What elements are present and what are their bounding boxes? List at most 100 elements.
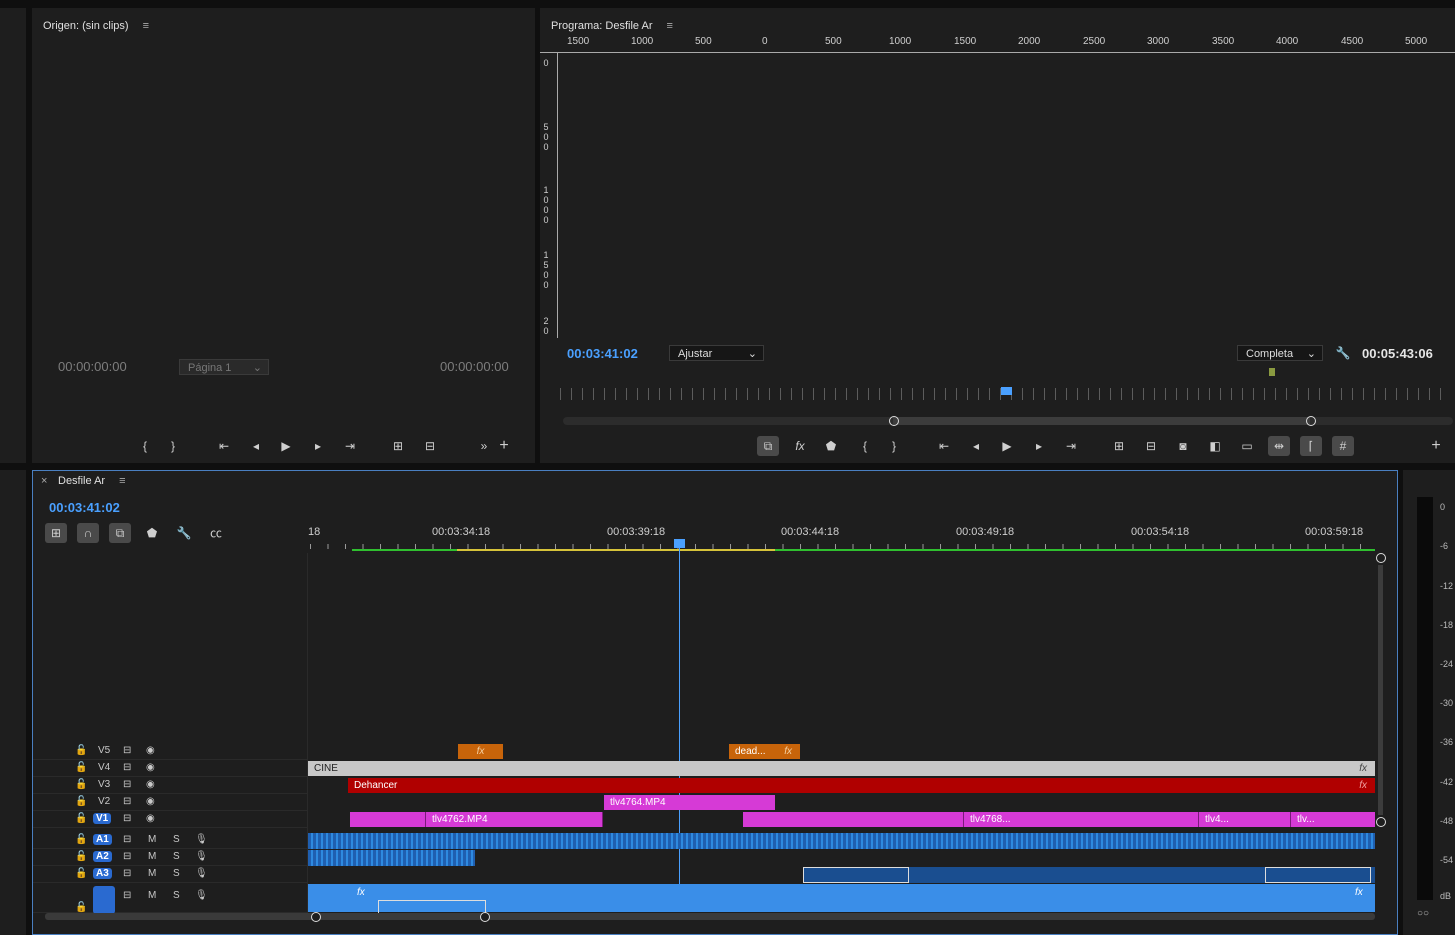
program-playhead-icon[interactable] <box>1001 387 1012 395</box>
lock-icon[interactable]: 🔓 <box>75 779 87 790</box>
go-to-in-icon[interactable]: ⇤ <box>933 436 955 456</box>
audio-clip-a4-sel[interactable] <box>378 900 486 914</box>
program-zoom-scrollbar[interactable] <box>563 416 1453 426</box>
mute-button[interactable]: M <box>148 868 156 879</box>
sync-lock-icon[interactable]: ⊟ <box>123 868 131 879</box>
lock-icon[interactable]: 🔓 <box>75 745 87 756</box>
solo-button[interactable]: S <box>173 834 180 845</box>
vertical-scrollbar[interactable] <box>1378 565 1383 815</box>
step-back-icon[interactable]: ◂ <box>965 436 987 456</box>
audio-clip-a3-sel-2[interactable] <box>1265 867 1371 883</box>
lock-icon[interactable]: 🔓 <box>75 868 87 879</box>
play-icon[interactable]: ▶ <box>275 436 297 456</box>
track-header-a2[interactable]: 🔓 A2 ⊟ M S 🎙 <box>33 849 307 866</box>
program-title[interactable]: Programa: Desfile Ar ≡ <box>551 20 673 32</box>
add-button-icon[interactable]: + <box>1425 436 1447 456</box>
safe-margins-icon[interactable]: ▭ <box>1236 436 1258 456</box>
eye-icon[interactable]: ◉ <box>146 779 155 790</box>
extract-icon[interactable]: ⊟ <box>1140 436 1162 456</box>
timeline-playhead-icon[interactable] <box>674 539 685 548</box>
track-header-v5[interactable]: 🔓 V5 ⊟ ◉ <box>33 743 307 760</box>
microphone-icon[interactable]: 🎙 <box>195 890 208 901</box>
vertical-scroll-handle[interactable] <box>1376 817 1386 827</box>
eye-icon[interactable]: ◉ <box>146 813 155 824</box>
track-header-a1[interactable]: 🔓 A1 ⊟ M S 🎙 <box>33 832 307 849</box>
panel-menu-icon[interactable]: ≡ <box>119 475 125 487</box>
track-header-a4[interactable]: 🔓 ⊟ M S 🎙 <box>33 884 307 914</box>
insert-overlay-icon[interactable]: ⧉ <box>757 436 779 456</box>
eye-icon[interactable]: ◉ <box>146 796 155 807</box>
track-header-v4[interactable]: 🔓 V4 ⊟ ◉ <box>33 760 307 777</box>
timeline-settings-wrench-icon[interactable]: 🔧 <box>173 523 195 543</box>
program-current-timecode[interactable]: 00:03:41:02 <box>567 346 638 361</box>
timeline-tab[interactable]: Desfile Ar ≡ <box>58 475 126 487</box>
quality-select[interactable]: Completa ⌄ <box>1237 345 1323 361</box>
mute-button[interactable]: M <box>148 851 156 862</box>
more-controls-icon[interactable]: » <box>473 436 495 456</box>
overwrite-icon[interactable]: ⊟ <box>419 436 441 456</box>
track-name-target[interactable]: A2 <box>93 851 112 862</box>
vertical-scroll-handle[interactable] <box>1376 553 1386 563</box>
mute-button[interactable]: M <box>148 834 156 845</box>
step-back-icon[interactable]: ◂ <box>245 436 267 456</box>
mark-out-icon[interactable]: } <box>162 436 184 456</box>
go-to-out-icon[interactable]: ⇥ <box>1060 436 1082 456</box>
track-header-v1[interactable]: 🔓 V1 ⊟ ◉ <box>33 811 307 828</box>
camera-export-frame-icon[interactable]: ◙ <box>1172 436 1194 456</box>
track-name-target[interactable]: V1 <box>93 813 112 824</box>
timeline-close-icon[interactable]: × <box>41 475 47 487</box>
lock-icon[interactable]: 🔓 <box>75 796 87 807</box>
sync-lock-icon[interactable]: ⊟ <box>123 779 131 790</box>
solo-button[interactable]: S <box>173 868 180 879</box>
clip-v2[interactable]: tlv4764.MP4 <box>604 795 775 810</box>
mark-in-icon[interactable]: { <box>134 436 156 456</box>
clip-v5-dead[interactable]: dead... fx <box>729 744 800 759</box>
step-forward-icon[interactable]: ▸ <box>1028 436 1050 456</box>
insert-icon[interactable]: ⊞ <box>387 436 409 456</box>
comparison-view-icon[interactable]: ◧ <box>1204 436 1226 456</box>
timeline-horizontal-scrollbar[interactable] <box>45 912 1375 922</box>
go-to-out-icon[interactable]: ⇥ <box>339 436 361 456</box>
audio-clip-a1[interactable] <box>308 833 1375 849</box>
sync-lock-icon[interactable]: ⊟ <box>123 813 131 824</box>
track-header-a3[interactable]: 🔓 A3 ⊟ M S 🎙 <box>33 866 307 883</box>
lock-icon[interactable]: 🔓 <box>75 851 87 862</box>
add-button-icon[interactable]: + <box>493 436 515 456</box>
track-name[interactable]: V2 <box>98 796 110 807</box>
track-name-target[interactable]: A3 <box>93 868 112 879</box>
sync-lock-icon[interactable]: ⊟ <box>123 834 131 845</box>
track-name-target[interactable] <box>93 886 115 914</box>
microphone-icon[interactable]: 🎙 <box>195 834 208 845</box>
sync-lock-icon[interactable]: ⊟ <box>123 890 131 901</box>
sync-lock-icon[interactable]: ⊟ <box>123 745 131 756</box>
sync-lock-icon[interactable]: ⊟ <box>123 796 131 807</box>
guides-icon[interactable]: ⌈ <box>1300 436 1322 456</box>
lock-icon[interactable]: 🔓 <box>75 902 87 913</box>
linked-selection-icon[interactable]: ⧉ <box>109 523 131 543</box>
snap-magnet-icon[interactable]: ∩ <box>77 523 99 543</box>
solo-buttons[interactable]: ○○ <box>1417 908 1429 919</box>
solo-button[interactable]: S <box>173 890 180 901</box>
settings-wrench-icon[interactable]: 🔧 <box>1332 343 1354 363</box>
zoom-scrollbar-thumb[interactable] <box>893 417 1310 425</box>
clip-v4-cine[interactable]: CINE fx <box>308 761 1375 776</box>
grid-icon[interactable]: # <box>1332 436 1354 456</box>
clip-v1-d[interactable]: tlv4768... <box>963 812 1068 827</box>
clip-v1-f[interactable]: tlv... <box>1290 812 1340 827</box>
page-select[interactable]: Página 1 ⌄ <box>179 359 269 375</box>
add-marker-icon[interactable]: ⬟ <box>820 436 842 456</box>
mark-in-icon[interactable]: { <box>854 436 876 456</box>
play-icon[interactable]: ▶ <box>996 436 1018 456</box>
zoom-handle-right[interactable] <box>1306 416 1316 426</box>
captions-icon[interactable]: ㏄ <box>205 523 227 543</box>
zoom-select[interactable]: Ajustar ⌄ <box>669 345 764 361</box>
step-forward-icon[interactable]: ▸ <box>307 436 329 456</box>
microphone-icon[interactable]: 🎙 <box>195 868 208 879</box>
lock-icon[interactable]: 🔓 <box>75 834 87 845</box>
add-marker-icon[interactable]: ⬟ <box>141 523 163 543</box>
lock-icon[interactable]: 🔓 <box>75 813 87 824</box>
sync-lock-icon[interactable]: ⊟ <box>123 851 131 862</box>
microphone-icon[interactable]: 🎙 <box>195 851 208 862</box>
multicam-icon[interactable]: ⇹ <box>1268 436 1290 456</box>
audio-clip-a2[interactable] <box>308 850 475 866</box>
